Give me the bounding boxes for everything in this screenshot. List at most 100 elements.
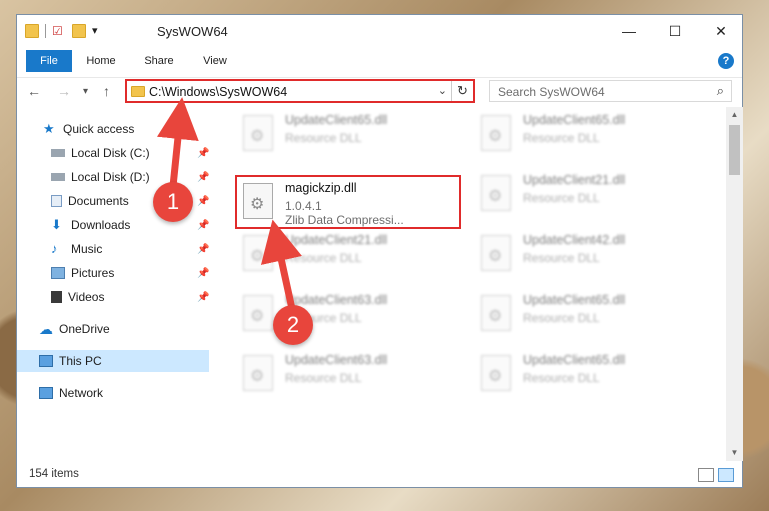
tab-share[interactable]: Share bbox=[137, 50, 181, 72]
help-button[interactable]: ? bbox=[718, 53, 734, 69]
file-description: Resource DLL bbox=[523, 251, 600, 265]
scroll-down-icon[interactable]: ▼ bbox=[726, 445, 743, 461]
file-description: Resource DLL bbox=[523, 311, 600, 325]
customize-toolbar-icon[interactable]: ▾ bbox=[92, 24, 106, 38]
search-icon: ⌕ bbox=[716, 83, 724, 98]
file-version: 1.0.4.1 bbox=[285, 199, 322, 213]
file-name: UpdateClient65.dll bbox=[285, 113, 388, 127]
dll-file-icon bbox=[481, 235, 511, 271]
sidebar-item-label: Pictures bbox=[71, 266, 115, 280]
sidebar-item-downloads[interactable]: ⬇ Downloads bbox=[51, 214, 130, 236]
documents-icon bbox=[51, 195, 62, 207]
file-item[interactable]: UpdateClient21.dll Resource DLL bbox=[237, 229, 463, 283]
sidebar-item-documents[interactable]: Documents bbox=[51, 190, 129, 212]
sidebar-item-pictures[interactable]: Pictures bbox=[51, 262, 114, 284]
file-name: magickzip.dll bbox=[285, 181, 357, 195]
file-description: Zlib Data Compressi... bbox=[285, 213, 404, 227]
file-item[interactable]: UpdateClient65.dll Resource DLL bbox=[475, 109, 701, 163]
file-description: Resource DLL bbox=[285, 251, 362, 265]
file-item[interactable]: UpdateClient42.dll Resource DLL bbox=[475, 229, 701, 283]
cloud-icon: ☁ bbox=[39, 321, 53, 337]
file-item[interactable]: UpdateClient21.dll Resource DLL bbox=[475, 169, 701, 223]
status-bar: 154 items bbox=[17, 465, 742, 487]
minimize-button[interactable]: — bbox=[606, 15, 652, 47]
pin-icon[interactable]: 📌 bbox=[197, 244, 209, 255]
sidebar-item-network[interactable]: Network bbox=[39, 382, 103, 404]
dll-file-icon bbox=[243, 235, 273, 271]
tab-home[interactable]: Home bbox=[79, 50, 123, 72]
sidebar-item-onedrive[interactable]: ☁ OneDrive bbox=[39, 318, 110, 340]
sidebar-item-this-pc[interactable]: This PC bbox=[17, 350, 209, 372]
drive-icon bbox=[51, 149, 65, 157]
sidebar-item-videos[interactable]: Videos bbox=[51, 286, 104, 308]
step-badge-2: 2 bbox=[273, 305, 313, 345]
pin-icon[interactable]: 📌 bbox=[197, 268, 209, 279]
scroll-up-icon[interactable]: ▲ bbox=[726, 107, 743, 123]
details-view-icon[interactable] bbox=[698, 468, 714, 482]
recent-locations-icon[interactable]: ▾ bbox=[83, 86, 88, 97]
file-item[interactable]: UpdateClient65.dll Resource DLL bbox=[475, 289, 701, 343]
forward-arrow-icon[interactable]: → bbox=[57, 83, 71, 99]
explorer-window: ☑ ▾ SysWOW64 — ☐ ✕ File Home Share View … bbox=[16, 14, 743, 488]
sidebar-item-music[interactable]: ♪ Music bbox=[51, 238, 102, 260]
pin-icon[interactable]: 📌 bbox=[197, 172, 209, 183]
drive-icon bbox=[51, 173, 65, 181]
file-item[interactable]: UpdateClient63.dll Resource DLL bbox=[237, 349, 463, 403]
dll-file-icon bbox=[481, 355, 511, 391]
sidebar-item-quick-access[interactable]: ★ Quick access bbox=[43, 118, 134, 140]
music-icon: ♪ bbox=[51, 241, 58, 256]
address-bar[interactable]: C:\Windows\SysWOW64 ⌄ ↻ bbox=[125, 79, 475, 103]
refresh-icon[interactable]: ↻ bbox=[451, 81, 473, 101]
chevron-down-icon[interactable]: ⌄ bbox=[438, 84, 447, 97]
up-arrow-icon[interactable]: ↑ bbox=[103, 83, 110, 99]
sidebar-item-label: Local Disk (D:) bbox=[71, 170, 150, 184]
file-item-magickzip[interactable]: magickzip.dll 1.0.4.1 Zlib Data Compress… bbox=[235, 175, 461, 229]
file-list: UpdateClient65.dll Resource DLL UpdateCl… bbox=[213, 105, 729, 460]
back-arrow-icon[interactable]: ← bbox=[27, 83, 41, 99]
file-item[interactable]: UpdateClient65.dll Resource DLL bbox=[237, 109, 463, 163]
file-description: Resource DLL bbox=[523, 191, 600, 205]
pin-icon[interactable]: 📌 bbox=[197, 148, 209, 159]
close-button[interactable]: ✕ bbox=[698, 15, 744, 47]
sidebar-item-label: Downloads bbox=[71, 218, 131, 232]
computer-icon bbox=[39, 355, 53, 367]
file-name: UpdateClient65.dll bbox=[523, 113, 626, 127]
view-switcher bbox=[698, 468, 734, 482]
address-path: C:\Windows\SysWOW64 bbox=[149, 85, 288, 99]
pin-icon[interactable]: 📌 bbox=[197, 292, 209, 303]
sidebar-item-local-disk-d[interactable]: Local Disk (D:) bbox=[51, 166, 150, 188]
properties-icon[interactable]: ☑ bbox=[52, 24, 66, 38]
pin-icon[interactable]: 📌 bbox=[197, 196, 209, 207]
vertical-scrollbar[interactable]: ▲ ▼ bbox=[726, 107, 743, 461]
sidebar-item-label: Local Disk (C:) bbox=[71, 146, 150, 160]
large-icons-view-icon[interactable] bbox=[718, 468, 734, 482]
sidebar-item-label: Documents bbox=[68, 194, 129, 208]
file-item[interactable]: UpdateClient63.dll Resource DLL bbox=[237, 289, 463, 343]
pin-icon[interactable]: 📌 bbox=[197, 220, 209, 231]
sidebar-item-label: Videos bbox=[68, 290, 105, 304]
file-description: Resource DLL bbox=[523, 131, 600, 145]
file-description: Resource DLL bbox=[523, 371, 600, 385]
step-badge-1: 1 bbox=[153, 182, 193, 222]
sidebar-item-local-disk-c[interactable]: Local Disk (C:) bbox=[51, 142, 150, 164]
separator bbox=[45, 24, 46, 38]
maximize-button[interactable]: ☐ bbox=[652, 15, 698, 47]
sidebar-item-label: Quick access bbox=[63, 122, 135, 136]
sidebar-item-label: OneDrive bbox=[59, 322, 110, 336]
title-bar: ☑ ▾ SysWOW64 — ☐ ✕ bbox=[17, 15, 742, 47]
folder-icon bbox=[131, 86, 145, 97]
file-description: Resource DLL bbox=[285, 131, 362, 145]
file-item[interactable]: UpdateClient65.dll Resource DLL bbox=[475, 349, 701, 403]
sidebar-item-label: Network bbox=[59, 386, 104, 400]
new-folder-icon[interactable] bbox=[72, 24, 86, 38]
search-input[interactable]: Search SysWOW64 ⌕ bbox=[489, 80, 732, 102]
dll-file-icon bbox=[481, 175, 511, 211]
file-name: UpdateClient65.dll bbox=[523, 293, 626, 307]
tab-file[interactable]: File bbox=[26, 50, 72, 72]
dll-file-icon bbox=[481, 295, 511, 331]
tab-view[interactable]: View bbox=[193, 50, 237, 72]
scrollbar-thumb[interactable] bbox=[729, 125, 740, 175]
file-name: UpdateClient21.dll bbox=[285, 233, 388, 247]
dll-file-icon bbox=[481, 115, 511, 151]
file-name: UpdateClient65.dll bbox=[523, 353, 626, 367]
